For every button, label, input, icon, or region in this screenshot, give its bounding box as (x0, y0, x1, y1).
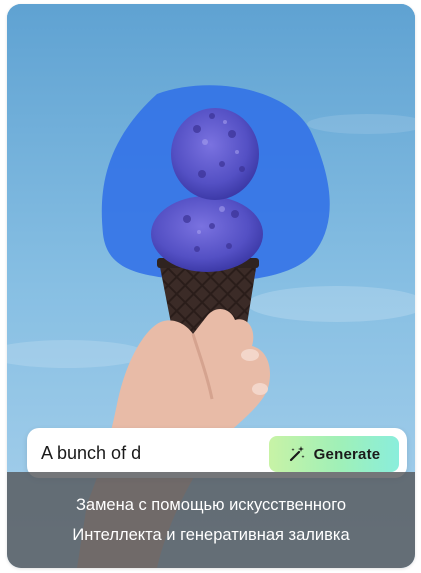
feature-caption: Замена с помощью искусственного Интеллек… (7, 472, 415, 568)
caption-line-1: Замена с помощью искусственного (75, 496, 347, 514)
caption-line-2: Интеллекта и генеративная заливка (72, 526, 350, 544)
prompt-input[interactable] (41, 428, 261, 478)
generate-button[interactable]: Generate (269, 436, 399, 472)
generate-button-label: Generate (313, 445, 381, 463)
thumbnail (241, 349, 259, 361)
upper-scoop (171, 108, 259, 200)
lower-scoop (151, 196, 263, 272)
fingernail (252, 383, 268, 395)
feature-card: Generate Замена с помощью искусственного… (7, 4, 415, 568)
prompt-bar: Generate (27, 428, 407, 478)
magic-wand-icon (289, 446, 305, 462)
